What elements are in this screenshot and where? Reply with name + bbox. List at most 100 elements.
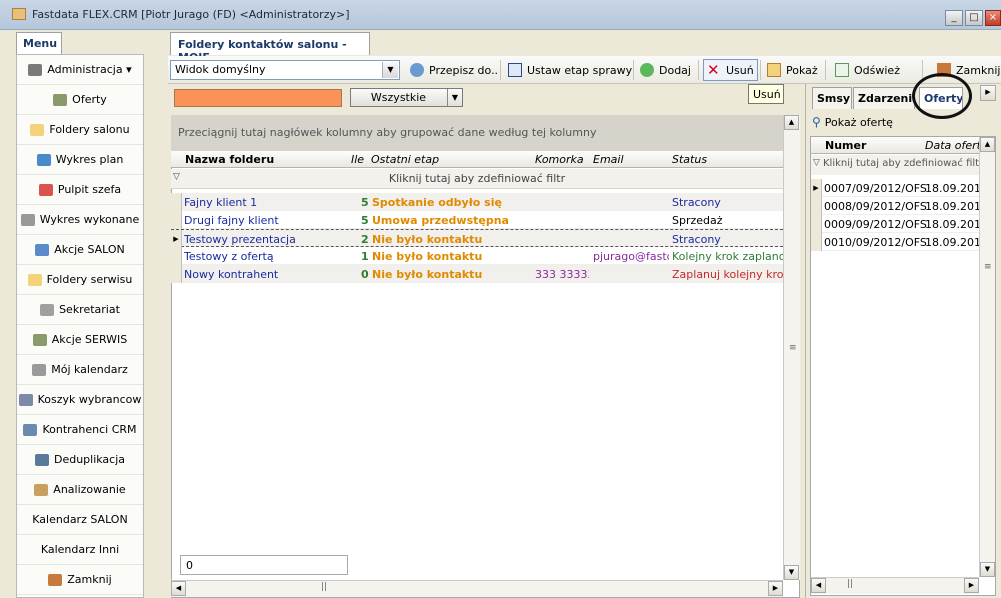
table-row[interactable]: Fajny klient 1 5 Spotkanie odbyło się Strac… (171, 193, 783, 211)
table-row[interactable]: Drugi fajny klient 5 Umowa przedwstępna Spr… (171, 211, 783, 229)
cell-offer-number: 0010/09/2012/OFS (824, 236, 927, 249)
sidebar-item[interactable]: Zamknij (17, 565, 143, 595)
tab-sms[interactable]: Smsy (812, 87, 852, 109)
offer-row[interactable]: 0010/09/2012/OFS18.09.2012 (811, 233, 979, 251)
set-stage-button[interactable]: Ustaw etap sprawy (508, 60, 632, 80)
scroll-left-icon[interactable]: ◀ (171, 581, 186, 596)
color-filter-field[interactable] (174, 89, 342, 107)
table-row[interactable]: Testowy z ofertą 1 Nie było kontaktu pjurag… (171, 247, 783, 265)
column-header-status[interactable]: Status (672, 153, 782, 166)
sidebar-item[interactable]: Foldery serwisu (17, 265, 143, 295)
column-header-folder-name[interactable]: Nazwa folderu (185, 153, 345, 166)
chevron-down-icon[interactable]: ▼ (447, 89, 462, 106)
close-window-button[interactable]: × (985, 10, 1001, 26)
row-indicator[interactable] (811, 197, 822, 215)
offer-row[interactable]: 0008/09/2012/OFS18.09.2012 (811, 197, 979, 215)
add-button[interactable]: Dodaj (640, 60, 691, 80)
view-select[interactable]: Widok domyślny ▼ (170, 60, 400, 80)
scroll-down-icon[interactable]: ▼ (784, 565, 799, 580)
sidebar-item-label: Kontrahenci CRM (42, 423, 137, 436)
cell-offer-number: 0009/09/2012/OFS (824, 218, 927, 231)
grid-horizontal-scrollbar[interactable]: ◀ ▶ || (171, 580, 783, 597)
show-offer-button[interactable]: ⚲ Pokaż ofertę (812, 113, 893, 131)
column-header-email[interactable]: Email (593, 153, 669, 166)
row-indicator[interactable]: ▶ (171, 230, 182, 248)
show-offer-label: Pokaż ofertę (824, 115, 893, 129)
folder-icon (30, 123, 45, 136)
cell-folder-name: Fajny klient 1 (184, 196, 258, 209)
sidebar-item[interactable]: Kalendarz Inni (17, 535, 143, 565)
add-label: Dodaj (659, 63, 691, 77)
tab-events[interactable]: Zdarzenia (853, 87, 915, 109)
sidebar-item[interactable]: Kontrahenci CRM (17, 415, 143, 445)
sidebar-item[interactable]: Kalendarz SALON (17, 505, 143, 535)
sidebar-item[interactable]: Koszyk wybrancow (17, 385, 143, 415)
toolbar-separator (633, 60, 634, 80)
chevron-down-icon[interactable]: ▼ (382, 62, 398, 78)
dashboard-icon (38, 183, 53, 196)
set-stage-label: Ustaw etap sprawy (527, 63, 633, 77)
row-indicator[interactable] (171, 247, 182, 265)
row-indicator[interactable] (171, 265, 182, 283)
sidebar-item[interactable]: Wykres plan (17, 145, 143, 175)
reassign-button[interactable]: Przepisz do.. (410, 60, 498, 80)
sidebar-item[interactable]: Pulpit szefa (17, 175, 143, 205)
sidebar-item[interactable]: Analizowanie (17, 475, 143, 505)
offer-row[interactable]: 0009/09/2012/OFS18.09.2012 (811, 215, 979, 233)
sidebar-item[interactable]: Mój kalendarz (17, 355, 143, 385)
offers-vertical-scrollbar[interactable]: ▲ ▼ ≡ (979, 137, 995, 577)
group-by-panel[interactable]: Przeciągnij tutaj nagłówek kolumny aby g… (171, 115, 783, 151)
column-header-last-stage[interactable]: Ostatni etap (371, 153, 531, 166)
sidebar-item[interactable]: Akcje SERWIS (17, 325, 143, 355)
column-header-count[interactable]: Ile (351, 153, 369, 166)
sidebar-item-label: Pulpit szefa (57, 183, 122, 196)
sidebar-item[interactable]: Deduplikacja (17, 445, 143, 475)
document-tab[interactable]: Foldery kontaktów salonu - MOJE (170, 32, 370, 64)
sidebar-item[interactable]: Wykres wykonane (17, 205, 143, 235)
status-filter-select[interactable]: Wszystkie ▼ (350, 88, 463, 107)
cell-last-stage: Nie było kontaktu (372, 268, 483, 281)
scroll-up-icon[interactable]: ▲ (980, 137, 995, 152)
sidebar-item[interactable]: Sekretariat (17, 295, 143, 325)
offers-horizontal-scrollbar[interactable]: ◀ ▶ || (811, 577, 979, 594)
column-header-number[interactable]: Numer (825, 139, 915, 152)
grid-vertical-scrollbar[interactable]: ▲ ▼ ≡ (783, 115, 800, 580)
cell-last-stage: Umowa przedwstępna (372, 214, 509, 227)
scroll-right-icon[interactable]: ▶ (768, 581, 783, 596)
row-indicator[interactable] (811, 233, 822, 251)
delete-label: Usuń (726, 63, 754, 77)
offer-row[interactable]: ▶0007/09/2012/OFS18.09.2012 (811, 179, 979, 197)
column-header-offer-date[interactable]: Data ofert (925, 139, 979, 152)
delete-button[interactable]: ✕ Usuń (703, 59, 758, 81)
grid-filter-row[interactable]: ▽ Kliknij tutaj aby zdefiniować filtr (171, 169, 783, 189)
scroll-grip-icon: ≡ (984, 262, 992, 272)
cell-offer-date: 18.09.2012 (925, 182, 979, 195)
row-indicator[interactable] (811, 215, 822, 233)
show-button[interactable]: Pokaż (767, 60, 818, 80)
offers-filter-row[interactable]: ▽ Kliknij tutaj aby zdefiniować filtr (811, 155, 979, 175)
refresh-button[interactable]: Odśwież (835, 60, 900, 80)
row-indicator[interactable]: ▶ (811, 179, 822, 197)
cell-folder-name: Nowy kontrahent (184, 268, 279, 281)
door-icon (48, 573, 63, 586)
menu-tab[interactable]: Menu (16, 32, 62, 54)
sidebar-item[interactable]: Administracja ▾ (17, 55, 143, 85)
maximize-button[interactable]: □ (965, 10, 983, 26)
sidebar-item[interactable]: Oferty (17, 85, 143, 115)
table-row[interactable]: ▶ Testowy prezentacja 2 Nie było kontaktu St… (171, 229, 783, 248)
sidebar-item[interactable]: Foldery salonu (17, 115, 143, 145)
tab-scroll-right-icon[interactable]: ▶ (980, 85, 996, 101)
scroll-up-icon[interactable]: ▲ (784, 115, 799, 130)
row-indicator[interactable] (171, 193, 182, 211)
plus-icon (640, 63, 654, 77)
minimize-button[interactable]: _ (945, 10, 963, 26)
scroll-right-icon[interactable]: ▶ (964, 578, 979, 593)
row-indicator[interactable] (171, 211, 182, 229)
scroll-left-icon[interactable]: ◀ (811, 578, 826, 593)
hand-icon (40, 303, 55, 316)
refresh-label: Odśwież (854, 63, 900, 77)
table-row[interactable]: Nowy kontrahent 0 Nie było kontaktu 333 333… (171, 265, 783, 283)
scroll-down-icon[interactable]: ▼ (980, 562, 995, 577)
sidebar-item[interactable]: Akcje SALON (17, 235, 143, 265)
column-header-mobile[interactable]: Komorka (535, 153, 589, 166)
